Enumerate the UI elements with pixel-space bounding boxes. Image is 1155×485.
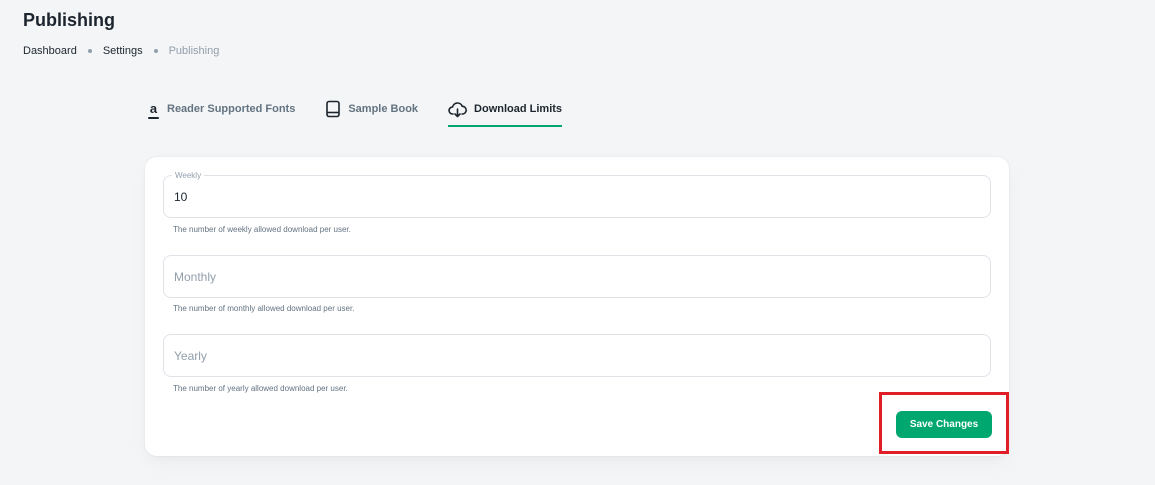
yearly-input[interactable] [164,335,990,376]
download-limits-card: Weekly The number of weekly allowed down… [145,157,1009,456]
monthly-field [163,255,991,298]
weekly-helper-text: The number of weekly allowed download pe… [173,225,351,234]
breadcrumb: Dashboard Settings Publishing [23,45,219,57]
tab-label: Sample Book [348,103,419,115]
tab-label: Reader Supported Fonts [167,103,296,115]
page: Publishing Dashboard Settings Publishing… [0,0,1155,485]
weekly-field: Weekly [163,170,991,218]
tab-reader-supported-fonts[interactable]: a Reader Supported Fonts [147,98,295,120]
amazon-a-icon: a [147,102,160,119]
save-button-highlight: Save Changes [879,392,1009,454]
breadcrumb-publishing: Publishing [168,45,220,57]
breadcrumb-settings[interactable]: Settings [103,45,143,57]
book-icon [325,100,341,118]
tabs: a Reader Supported Fonts Sample Book Dow… [147,98,592,130]
tab-label: Download Limits [474,103,563,115]
monthly-input[interactable] [164,256,990,297]
yearly-helper-text: The number of yearly allowed download pe… [173,384,348,393]
weekly-label: Weekly [172,170,205,181]
breadcrumb-dashboard[interactable]: Dashboard [23,45,77,57]
monthly-helper-text: The number of monthly allowed download p… [173,304,355,313]
yearly-field [163,334,991,377]
cloud-download-icon [448,101,468,118]
breadcrumb-separator [153,49,158,53]
save-changes-button[interactable]: Save Changes [896,411,992,438]
page-title: Publishing [23,10,115,30]
tab-download-limits[interactable]: Download Limits [448,98,563,127]
tab-sample-book[interactable]: Sample Book [325,98,418,120]
breadcrumb-separator [87,49,92,53]
weekly-input[interactable] [164,176,990,217]
